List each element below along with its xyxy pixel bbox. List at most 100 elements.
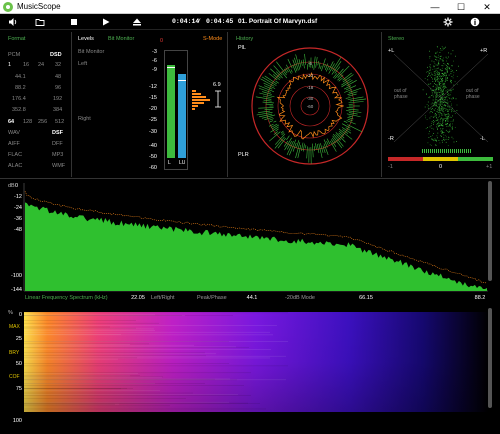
goniometer-dot: [435, 115, 437, 117]
goniometer-dot: [437, 111, 438, 113]
goniometer-dot: [434, 83, 435, 84]
goniometer-dot: [449, 107, 451, 109]
goniometer-dot: [456, 70, 457, 71]
s-mode-label[interactable]: S-Mode: [203, 36, 222, 42]
gear-icon[interactable]: [443, 17, 453, 27]
goniometer-dot: [434, 138, 436, 140]
goniometer-dot: [440, 81, 442, 82]
goniometer-dot: [446, 56, 447, 58]
goniometer-dot: [453, 98, 454, 99]
rate-44: 44.1: [15, 74, 26, 80]
goniometer-dot: [437, 123, 439, 124]
goniometer-dot: [436, 59, 438, 61]
goniometer-dot: [440, 109, 442, 111]
goniometer-dot: [444, 74, 445, 76]
goniometer-dot: [431, 95, 432, 96]
goniometer-cloud: [422, 46, 459, 146]
history-spike: [338, 132, 345, 139]
goniometer-dot: [442, 124, 443, 126]
goniometer-dot: [451, 89, 453, 91]
goniometer-dot: [438, 140, 440, 141]
goniometer-dot: [431, 102, 433, 104]
goniometer-dot: [447, 113, 449, 114]
goniometer-dot: [430, 107, 431, 109]
goniometer-dot: [447, 113, 449, 115]
play-icon[interactable]: [101, 17, 111, 27]
goniometer-dot: [436, 72, 438, 73]
goniometer-dot: [450, 109, 452, 110]
info-icon[interactable]: [470, 17, 480, 27]
goniometer-dot: [431, 73, 433, 75]
close-button[interactable]: ✕: [474, 0, 500, 14]
goniometer-dot: [445, 68, 446, 70]
goniometer-dot: [441, 65, 443, 66]
goniometer-dot: [433, 103, 435, 104]
goniometer-dot: [448, 89, 450, 91]
goniometer-dot: [450, 125, 451, 127]
stop-icon[interactable]: [69, 17, 79, 27]
spectrogram-scrollbar[interactable]: [488, 308, 492, 408]
goniometer-dot: [455, 55, 456, 57]
goniometer-dot: [429, 66, 431, 68]
goniometer-dot: [434, 55, 436, 57]
toolbar: 0:04:14 / 0:04:45 01. Portrait Of Marvyn…: [0, 14, 500, 30]
goniometer-dot: [446, 58, 448, 59]
goniometer-dot: [441, 79, 442, 80]
goniometer-dot: [447, 66, 449, 67]
goniometer-dot: [441, 113, 443, 115]
goniometer-dot: [435, 95, 437, 96]
spectrum-scrollbar[interactable]: [488, 181, 492, 281]
maximize-button[interactable]: ☐: [448, 0, 474, 14]
goniometer-dot: [429, 117, 431, 119]
goniometer-dot: [442, 59, 444, 61]
goniometer-dot: [441, 122, 443, 124]
goniometer-dot: [430, 125, 432, 127]
goniometer-dot: [449, 114, 450, 116]
goniometer-dot: [425, 117, 426, 119]
minimize-button[interactable]: —: [422, 0, 448, 14]
goniometer-dot: [442, 97, 444, 99]
goniometer-dot: [451, 70, 453, 72]
goniometer-dot: [442, 93, 443, 95]
goniometer-dot: [439, 100, 441, 102]
goniometer-dot: [439, 108, 440, 110]
goniometer-dot: [426, 104, 428, 105]
history-spike: [330, 139, 337, 147]
goniometer-dot: [435, 76, 437, 78]
goniometer-dot: [446, 68, 448, 70]
goniometer-dot: [429, 57, 431, 59]
goniometer-dot: [434, 89, 436, 91]
goniometer-dot: [431, 106, 433, 107]
goniometer-dot: [441, 132, 443, 134]
folder-icon[interactable]: [35, 17, 45, 27]
goniometer-dot: [438, 81, 440, 83]
goniometer-dot: [453, 141, 455, 143]
volume-icon[interactable]: [8, 17, 18, 27]
goniometer-dot: [434, 71, 436, 73]
spectrogram-y-label: 25: [16, 336, 22, 342]
goniometer-dot: [438, 54, 439, 56]
goniometer-dot: [443, 94, 445, 95]
goniometer-dot: [456, 110, 458, 111]
goniometer-dot: [440, 130, 442, 132]
goniometer-dot: [435, 96, 437, 97]
goniometer-dot: [430, 88, 432, 90]
eject-icon[interactable]: [132, 17, 142, 27]
goniometer-dot: [437, 112, 439, 114]
dsd-label: DSD: [50, 52, 62, 58]
goniometer-dot: [451, 98, 453, 100]
goniometer-dot: [453, 71, 455, 73]
right-level-bar: [178, 74, 186, 158]
goniometer-dot: [452, 138, 454, 140]
history-spike: [275, 80, 279, 84]
goniometer-dot: [433, 104, 435, 105]
goniometer-dot: [445, 110, 447, 111]
history-spike: [342, 129, 349, 134]
goniometer-dot: [450, 79, 451, 81]
goniometer-dot: [439, 95, 440, 97]
spectrum-mode-label: Linear Frequency Spectrum (kHz): [25, 295, 108, 301]
goniometer-dot: [441, 136, 442, 137]
time-elapsed: 0:04:14: [172, 18, 200, 25]
goniometer-dot: [445, 102, 447, 103]
history-spike: [304, 53, 306, 65]
